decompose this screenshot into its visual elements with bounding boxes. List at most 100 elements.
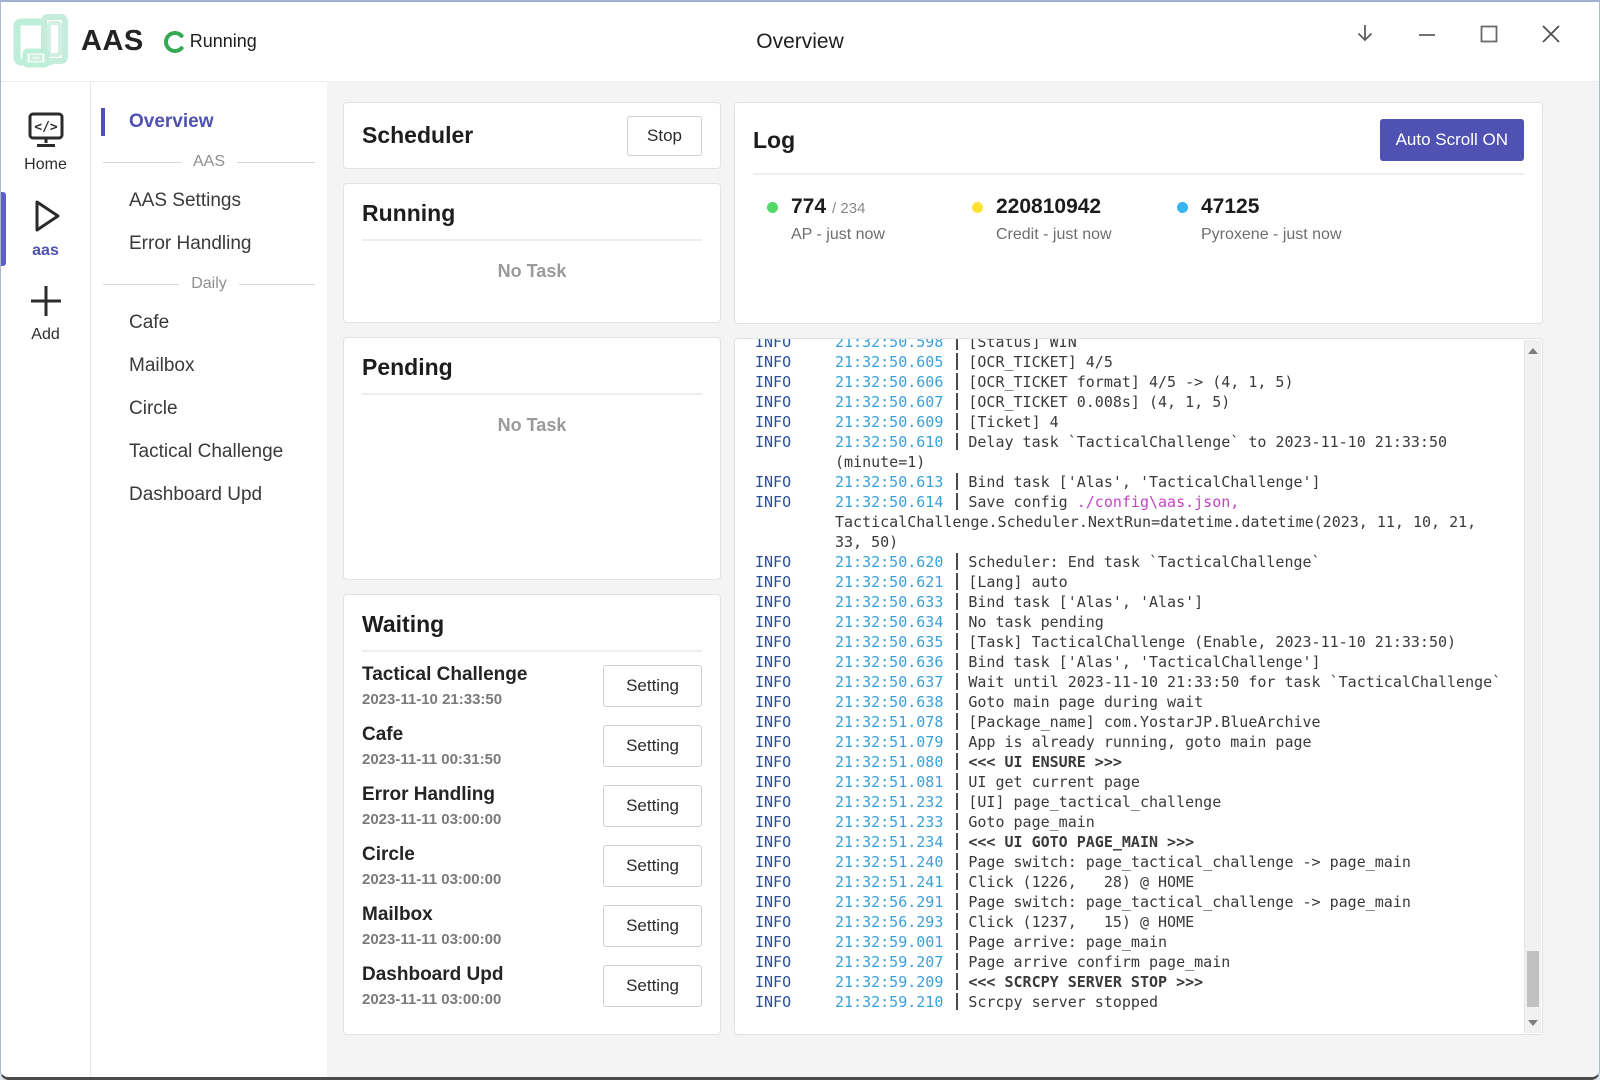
task-setting-button[interactable]: Setting bbox=[603, 905, 702, 947]
log-timestamp: 21:32:51.079 bbox=[835, 733, 943, 751]
log-timestamp: 21:32:51.233 bbox=[835, 813, 943, 831]
maximize-icon[interactable] bbox=[1475, 20, 1503, 48]
log-level: INFO bbox=[755, 892, 791, 912]
log-level: INFO bbox=[755, 552, 791, 572]
log-separator bbox=[956, 353, 958, 370]
divider bbox=[362, 393, 702, 395]
log-entry: INFO21:32:50.636Bind task ['Alas', 'Tact… bbox=[745, 652, 1512, 672]
sidebar-item-cafe[interactable]: Cafe bbox=[91, 303, 327, 343]
sidebar-item-dashboard-upd[interactable]: Dashboard Upd bbox=[91, 475, 327, 515]
scrollbar-down-arrow-icon[interactable] bbox=[1525, 1014, 1541, 1031]
stat-value: 220810942 bbox=[996, 195, 1101, 219]
app-logo-icon bbox=[11, 11, 73, 73]
home-code-monitor-icon: </> bbox=[24, 110, 68, 150]
log-separator bbox=[956, 833, 958, 850]
log-level: INFO bbox=[755, 732, 791, 752]
spinner-icon bbox=[162, 29, 188, 55]
task-next-run-time: 2023-11-11 03:00:00 bbox=[362, 871, 501, 888]
log-entry: INFO21:32:50.614Save config ./config\aas… bbox=[745, 492, 1512, 552]
scheduler-status: Running bbox=[162, 29, 257, 55]
log-message: Bind task ['Alas', 'TacticalChallenge'] bbox=[968, 653, 1320, 671]
sidebar-item-circle[interactable]: Circle bbox=[91, 389, 327, 429]
sidebar-item-overview[interactable]: Overview bbox=[91, 102, 327, 142]
log-header: Log Auto Scroll ON bbox=[753, 119, 1524, 161]
log-timestamp: 21:32:50.633 bbox=[835, 593, 943, 611]
log-entry: INFO21:32:51.078[Package_name] com.Yosta… bbox=[745, 712, 1512, 732]
app-name: AAS bbox=[81, 25, 144, 58]
log-separator bbox=[956, 433, 958, 450]
plus-icon bbox=[26, 282, 66, 320]
log-timestamp: 21:32:51.234 bbox=[835, 833, 943, 851]
log-separator bbox=[956, 633, 958, 650]
log-separator bbox=[956, 693, 958, 710]
log-separator bbox=[956, 613, 958, 630]
nav-item-home[interactable]: </> Home bbox=[1, 100, 90, 186]
waiting-task-list: Tactical Challenge2023-11-10 21:33:50Set… bbox=[362, 656, 702, 1016]
log-timestamp: 21:32:50.637 bbox=[835, 673, 943, 691]
log-message: Click (1237, 15) @ HOME bbox=[968, 913, 1194, 931]
log-entry: INFO21:32:51.080<<< UI ENSURE >>> bbox=[745, 752, 1512, 772]
scrollbar-thumb[interactable] bbox=[1527, 951, 1539, 1007]
log-separator bbox=[956, 593, 958, 610]
log-level: INFO bbox=[755, 338, 791, 352]
log-message: Page arrive confirm page_main bbox=[968, 953, 1230, 971]
task-next-run-time: 2023-11-11 03:00:00 bbox=[362, 811, 501, 828]
stop-button[interactable]: Stop bbox=[627, 116, 702, 156]
task-name: Cafe bbox=[362, 724, 501, 746]
log-entry: INFO21:32:50.638Goto main page during wa… bbox=[745, 692, 1512, 712]
play-icon bbox=[25, 196, 67, 236]
log-timestamp: 21:32:56.293 bbox=[835, 913, 943, 931]
waiting-task-row: Circle2023-11-11 03:00:00Setting bbox=[362, 836, 702, 896]
log-level: INFO bbox=[755, 432, 791, 452]
minimize-icon[interactable] bbox=[1413, 20, 1441, 48]
log-entry: INFO21:32:59.210Scrcpy server stopped bbox=[745, 992, 1512, 1012]
scheduler-card: Scheduler Stop bbox=[343, 102, 721, 169]
log-entry: INFO21:32:59.207Page arrive confirm page… bbox=[745, 952, 1512, 972]
task-next-run-time: 2023-11-10 21:33:50 bbox=[362, 691, 527, 708]
task-setting-button[interactable]: Setting bbox=[603, 665, 702, 707]
task-setting-button[interactable]: Setting bbox=[603, 845, 702, 887]
sidebar-menu: OverviewAASAAS SettingsError HandlingDai… bbox=[91, 82, 327, 1077]
auto-scroll-toggle[interactable]: Auto Scroll ON bbox=[1380, 119, 1524, 161]
log-timestamp: 21:32:51.241 bbox=[835, 873, 943, 891]
task-setting-button[interactable]: Setting bbox=[603, 785, 702, 827]
sidebar-item-mailbox[interactable]: Mailbox bbox=[91, 346, 327, 386]
log-timestamp: 21:32:51.081 bbox=[835, 773, 943, 791]
log-message: [Status] WIN bbox=[968, 338, 1076, 351]
log-message: <<< SCRCPY SERVER STOP >>> bbox=[968, 973, 1203, 991]
nav-item-label: aas bbox=[32, 242, 59, 260]
log-level: INFO bbox=[755, 692, 791, 712]
log-level: INFO bbox=[755, 612, 791, 632]
log-message: Bind task ['Alas', 'Alas'] bbox=[968, 593, 1203, 611]
log-level: INFO bbox=[755, 572, 791, 592]
log-message: [Task] TacticalChallenge (Enable, 2023-1… bbox=[968, 633, 1456, 651]
sidebar-section-divider: AAS bbox=[91, 145, 327, 179]
log-entry: INFO21:32:59.209<<< SCRCPY SERVER STOP >… bbox=[745, 972, 1512, 992]
scrollbar-up-arrow-icon[interactable] bbox=[1525, 342, 1541, 359]
task-setting-button[interactable]: Setting bbox=[603, 725, 702, 767]
nav-item-aas[interactable]: aas bbox=[1, 186, 90, 272]
log-scrollbar[interactable] bbox=[1524, 340, 1541, 1033]
log-message: UI get current page bbox=[968, 773, 1140, 791]
sidebar-item-aas-settings[interactable]: AAS Settings bbox=[91, 181, 327, 221]
log-separator bbox=[956, 713, 958, 730]
nav-item-add[interactable]: Add bbox=[1, 272, 90, 356]
download-update-icon[interactable] bbox=[1351, 20, 1379, 48]
log-level: INFO bbox=[755, 792, 791, 812]
log-timestamp: 21:32:50.598 bbox=[835, 338, 943, 351]
nav-rail: </> Home aas Add bbox=[1, 82, 91, 1077]
task-setting-button[interactable]: Setting bbox=[603, 965, 702, 1007]
log-separator bbox=[956, 973, 958, 990]
dashboard-stat: 774/ 234AP - just now bbox=[767, 195, 972, 244]
log-separator bbox=[956, 553, 958, 570]
log-separator bbox=[956, 653, 958, 670]
sidebar-item-tactical-challenge[interactable]: Tactical Challenge bbox=[91, 432, 327, 472]
stat-total: / 234 bbox=[832, 200, 865, 217]
log-timestamp: 21:32:50.607 bbox=[835, 393, 943, 411]
log-level: INFO bbox=[755, 912, 791, 932]
sidebar-item-error-handling[interactable]: Error Handling bbox=[91, 224, 327, 264]
window-controls bbox=[1351, 2, 1565, 82]
close-icon[interactable] bbox=[1537, 20, 1565, 48]
running-empty-label: No Task bbox=[362, 261, 702, 282]
log-timestamp: 21:32:50.635 bbox=[835, 633, 943, 651]
